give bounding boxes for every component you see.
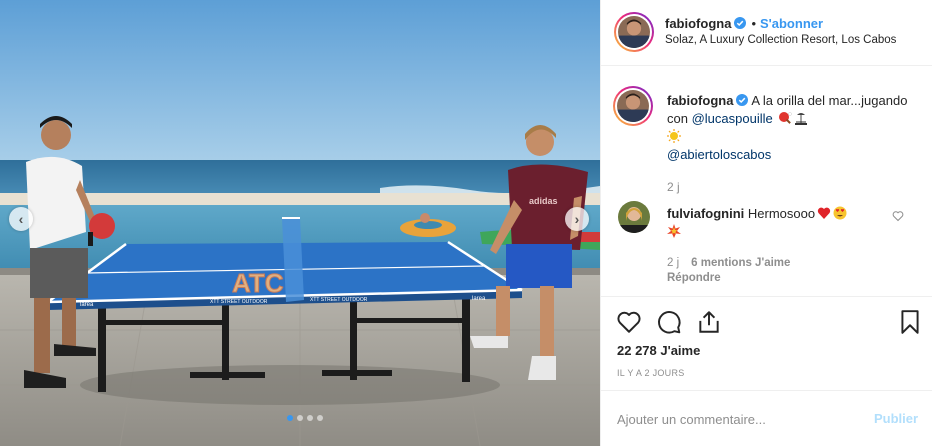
caption-author-avatar[interactable] xyxy=(613,86,653,126)
carousel-dot xyxy=(287,415,293,421)
caption-timestamp[interactable]: 2 j xyxy=(667,180,680,194)
post-photo[interactable]: ATC larea XTT STREET OUTDOOR XTT STREET … xyxy=(0,0,600,446)
post-header: fabiofogna • S'abonner Solaz, A Luxury Col… xyxy=(601,0,932,66)
reply-button[interactable]: Répondre xyxy=(667,272,721,284)
author-username[interactable]: fabiofogna xyxy=(665,16,731,31)
comment-composer: Publier xyxy=(601,390,932,446)
action-bar xyxy=(601,296,932,346)
post-location[interactable]: Solaz, A Luxury Collection Resort, Los C… xyxy=(665,34,896,46)
svg-text:larea: larea xyxy=(80,302,94,308)
header-title-row: fabiofogna • S'abonner xyxy=(665,16,823,31)
post-caption: fabiofogna A la orilla del mar...jugando… xyxy=(667,92,917,164)
svg-text:XTT STREET OUTDOOR: XTT STREET OUTDOOR xyxy=(310,297,368,303)
commenter-avatar[interactable] xyxy=(618,201,650,233)
chevron-left-icon: ‹ xyxy=(18,211,24,227)
carousel-dot xyxy=(297,415,303,421)
bookmark-icon[interactable] xyxy=(897,309,923,335)
likes-count[interactable]: 22 278 J'aime xyxy=(617,343,700,358)
comment-bubble-icon[interactable] xyxy=(656,309,682,335)
red-heart-emoji-icon xyxy=(817,207,831,219)
share-icon[interactable] xyxy=(696,309,722,335)
follow-button[interactable]: S'abonner xyxy=(760,16,823,31)
carousel-dot xyxy=(317,415,323,421)
publish-button[interactable]: Publier xyxy=(874,411,918,426)
sun-emoji-icon xyxy=(667,129,681,143)
comment: fulviafognini Hermosooo xyxy=(667,205,887,241)
comment-meta: 2 j 6 mentions J'aime xyxy=(667,257,802,269)
avatar-image xyxy=(618,201,650,233)
previous-photo-button[interactable]: ‹ xyxy=(9,207,33,231)
heart-eyes-emoji-icon xyxy=(833,206,847,220)
comment-timestamp[interactable]: 2 j xyxy=(667,257,679,269)
like-comment-heart-icon[interactable] xyxy=(892,210,904,222)
separator-dot: • xyxy=(751,16,756,31)
author-avatar[interactable] xyxy=(614,12,654,52)
carousel-dots xyxy=(287,415,323,421)
ping-pong-emoji-icon xyxy=(779,112,793,124)
avatar-image xyxy=(618,16,650,48)
avatar-image xyxy=(617,90,649,122)
caption-username[interactable]: fabiofogna xyxy=(667,93,733,108)
mention-link[interactable]: @abiertoloscabos xyxy=(667,147,771,162)
comment-likes[interactable]: 6 mentions J'aime xyxy=(691,257,790,269)
svg-text:ATC: ATC xyxy=(232,268,284,298)
collision-emoji-icon xyxy=(667,224,681,238)
comment-input[interactable] xyxy=(617,408,857,430)
comment-text: Hermosooo xyxy=(747,206,816,221)
post-side-panel: fabiofogna • S'abonner Solaz, A Luxury Col… xyxy=(600,0,932,446)
mention-link[interactable]: @lucaspouille xyxy=(692,111,773,126)
post-date[interactable]: IL Y A 2 JOURS xyxy=(617,368,685,378)
photo-scene: ATC larea XTT STREET OUTDOOR XTT STREET … xyxy=(0,0,600,446)
verified-badge-icon xyxy=(736,94,749,106)
carousel-dot xyxy=(307,415,313,421)
next-photo-button[interactable]: › xyxy=(565,207,589,231)
commenter-username[interactable]: fulviafognini xyxy=(667,206,744,221)
verified-badge-icon xyxy=(734,17,747,29)
svg-text:XTT STREET OUTDOOR: XTT STREET OUTDOOR xyxy=(210,299,268,305)
instagram-post-modal: ATC larea XTT STREET OUTDOOR XTT STREET … xyxy=(0,0,932,446)
chevron-right-icon: › xyxy=(574,211,580,227)
svg-text:adidas: adidas xyxy=(529,196,558,206)
svg-text:larea: larea xyxy=(472,296,486,302)
heart-icon[interactable] xyxy=(616,309,642,335)
beach-emoji-icon xyxy=(795,113,808,125)
